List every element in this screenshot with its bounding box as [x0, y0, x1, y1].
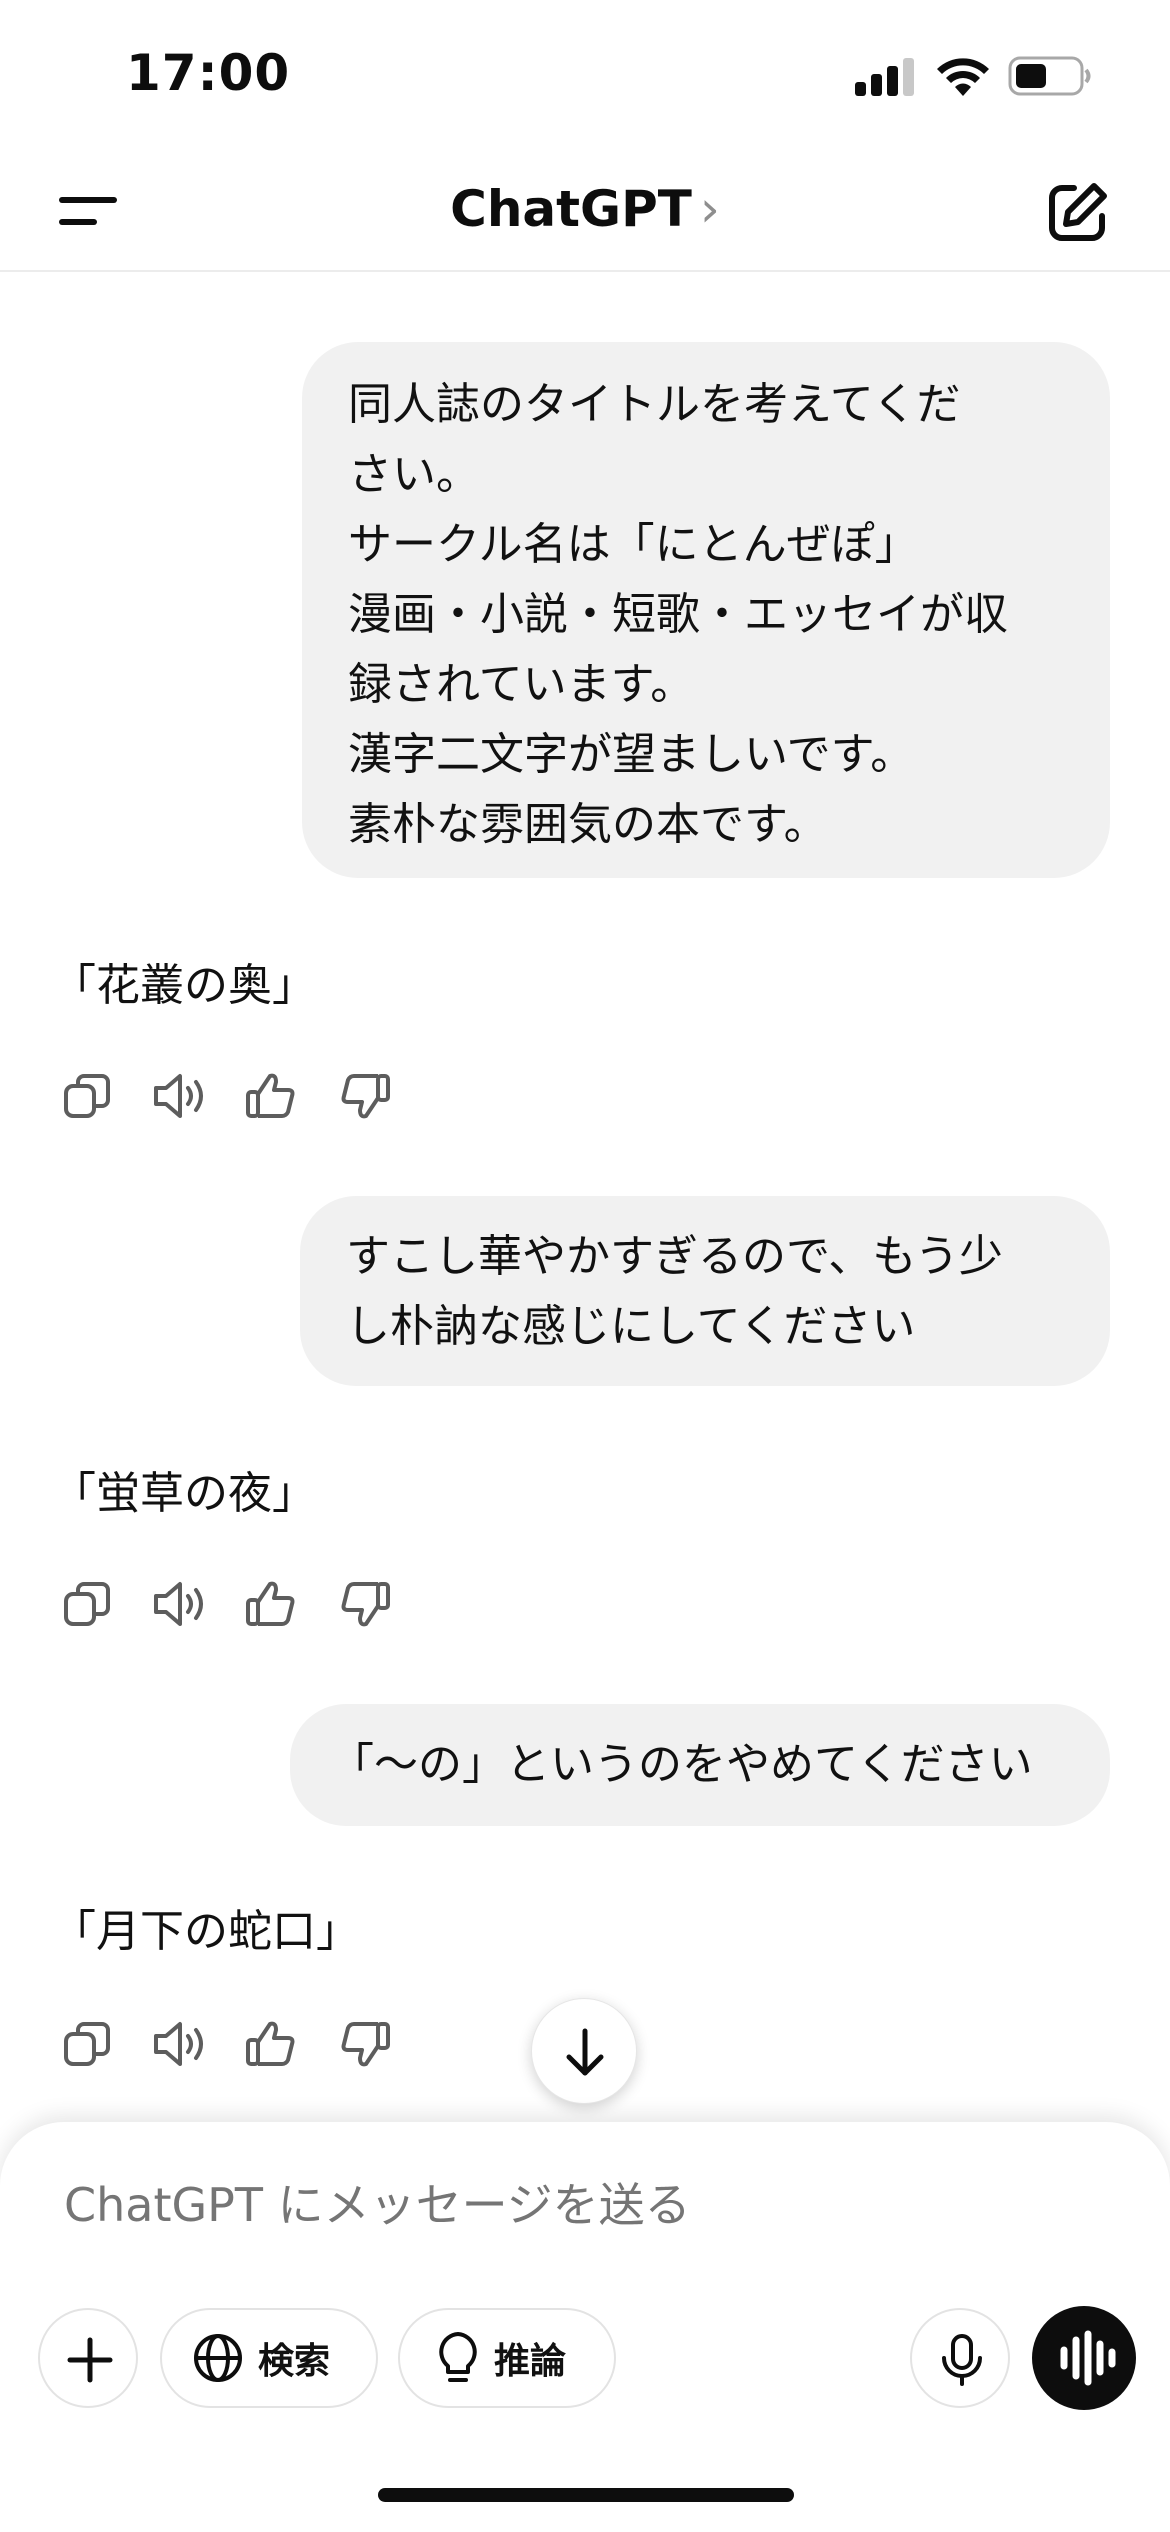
message-line: 漢字二文字が望ましいです。 [348, 729, 915, 780]
voice-mode-button[interactable] [1032, 2306, 1136, 2410]
thumbs-down-icon [341, 2022, 390, 2067]
waveform-icon [1060, 2330, 1116, 2386]
thumbs-up-icon [246, 1073, 295, 1118]
message-line: 同人誌のタイトルを考えてくだ [348, 379, 961, 430]
user-message: すこし華やかすぎるので、もう少 し朴訥な感じにしてください [300, 1196, 1110, 1386]
thumbs-up-button[interactable] [242, 2012, 302, 2076]
read-aloud-button[interactable] [150, 1064, 210, 1128]
thumbs-up-button[interactable] [242, 1572, 302, 1636]
thumbs-down-button[interactable] [334, 1572, 394, 1636]
status-bar: 17:00 [0, 0, 1170, 150]
thumbs-down-icon [341, 1074, 390, 1119]
microphone-icon [942, 2334, 982, 2386]
model-selector[interactable]: ChatGPT › [0, 180, 1170, 238]
message-line: 録されています。 [348, 659, 695, 710]
new-chat-icon [1049, 183, 1107, 241]
message-actions [58, 1572, 418, 1636]
thumbs-up-button[interactable] [242, 1064, 302, 1128]
user-message: 同人誌のタイトルを考えてくだ さい。 サークル名は「にとんぜぽ」 漫画・小説・短… [302, 342, 1110, 878]
message-input[interactable] [64, 2178, 1064, 2232]
search-label: 検索 [258, 2341, 331, 2382]
arrow-down-icon [566, 2028, 604, 2076]
copy-icon [64, 1582, 110, 1626]
home-indicator [378, 2488, 794, 2502]
read-aloud-button[interactable] [150, 2012, 210, 2076]
page-title: ChatGPT [450, 180, 692, 238]
assistant-message: 「月下の蛇口」 [52, 1906, 360, 1957]
plus-icon [67, 2337, 113, 2383]
thumbs-down-icon [341, 1582, 390, 1627]
message-line: さい。 [348, 449, 480, 500]
message-line: 「〜の」というのをやめてください [330, 1739, 1033, 1790]
scroll-to-bottom-button[interactable] [531, 1998, 637, 2104]
new-chat-button[interactable] [1040, 176, 1114, 250]
nav-bar: ChatGPT › [0, 150, 1170, 272]
assistant-message: 「蛍草の夜」 [52, 1468, 316, 1519]
message-line: し朴訥な感じにしてください [346, 1301, 916, 1352]
thumbs-down-button[interactable] [334, 1064, 394, 1128]
cellular-signal-icon [855, 58, 915, 96]
status-time: 17:00 [126, 44, 291, 102]
message-line: 漫画・小説・短歌・エッセイが収 [348, 589, 1008, 640]
globe-icon [194, 2334, 242, 2382]
chevron-right-icon: › [699, 180, 720, 238]
read-aloud-icon [154, 1582, 203, 1626]
composer: 検索 推論 [0, 2122, 1170, 2532]
battery-icon [1008, 56, 1092, 96]
user-message: 「〜の」というのをやめてください [290, 1704, 1110, 1826]
copy-button[interactable] [58, 2012, 118, 2076]
copy-icon [64, 1074, 110, 1118]
reason-button[interactable]: 推論 [398, 2308, 616, 2408]
reason-label: 推論 [494, 2341, 567, 2382]
message-line: サークル名は「にとんぜぽ」 [348, 519, 919, 570]
message-actions [58, 1064, 418, 1128]
search-button[interactable]: 検索 [160, 2308, 378, 2408]
message-line: 素朴な雰囲気の本です。 [348, 799, 828, 850]
dictate-button[interactable] [910, 2308, 1010, 2408]
message-line: すこし華やかすぎるので、もう少 [346, 1231, 1003, 1282]
read-aloud-icon [154, 2022, 203, 2066]
lightbulb-icon [439, 2332, 477, 2382]
message-actions [58, 2012, 418, 2076]
copy-button[interactable] [58, 1064, 118, 1128]
copy-button[interactable] [58, 1572, 118, 1636]
read-aloud-button[interactable] [150, 1572, 210, 1636]
assistant-message: 「花叢の奥」 [52, 960, 316, 1011]
thumbs-up-icon [246, 2021, 295, 2066]
attach-button[interactable] [38, 2308, 138, 2408]
thumbs-up-icon [246, 1581, 295, 1626]
wifi-icon [935, 54, 991, 98]
read-aloud-icon [154, 1074, 203, 1118]
copy-icon [64, 2022, 110, 2066]
thumbs-down-button[interactable] [334, 2012, 394, 2076]
